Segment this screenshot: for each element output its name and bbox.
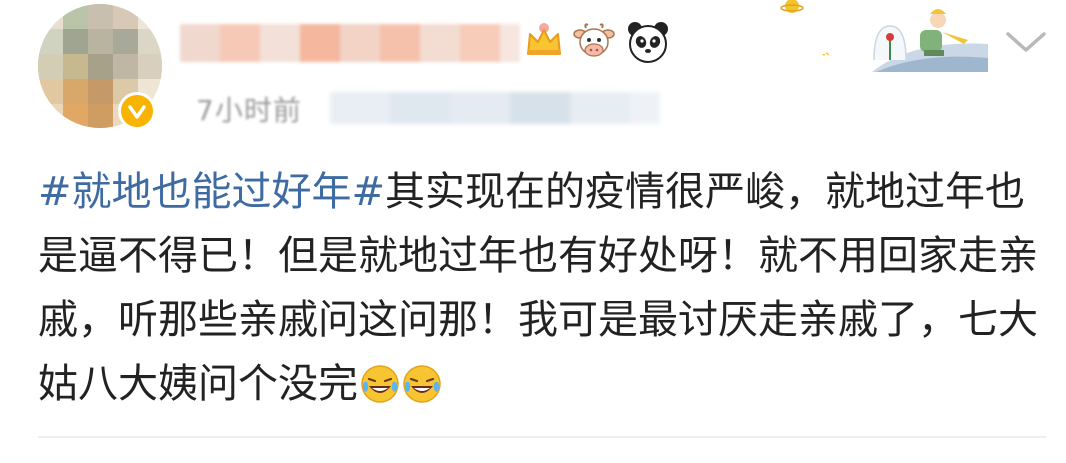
post-body: #就地也能过好年#其实现在的疫情很严峻，就地过年也是逼不得已！但是就地过年也有好…: [38, 160, 1038, 416]
post-source-redacted: [330, 92, 660, 124]
cow-icon: [573, 23, 615, 57]
crown-icon: [527, 23, 561, 55]
divider: [38, 436, 1046, 438]
panda-icon: [628, 22, 668, 63]
username-redacted[interactable]: [180, 24, 520, 62]
post-time: 7小时前: [196, 94, 302, 127]
little-prince-decoration-icon: [822, 9, 988, 72]
topic-link[interactable]: #就地也能过好年#: [38, 169, 385, 215]
chevron-down-icon[interactable]: [1002, 26, 1050, 58]
verified-badge-icon: [118, 92, 156, 130]
laugh-cry-icon: [403, 365, 441, 403]
planet-ornament-icon: [780, 0, 804, 13]
laugh-cry-icon: [361, 365, 399, 403]
